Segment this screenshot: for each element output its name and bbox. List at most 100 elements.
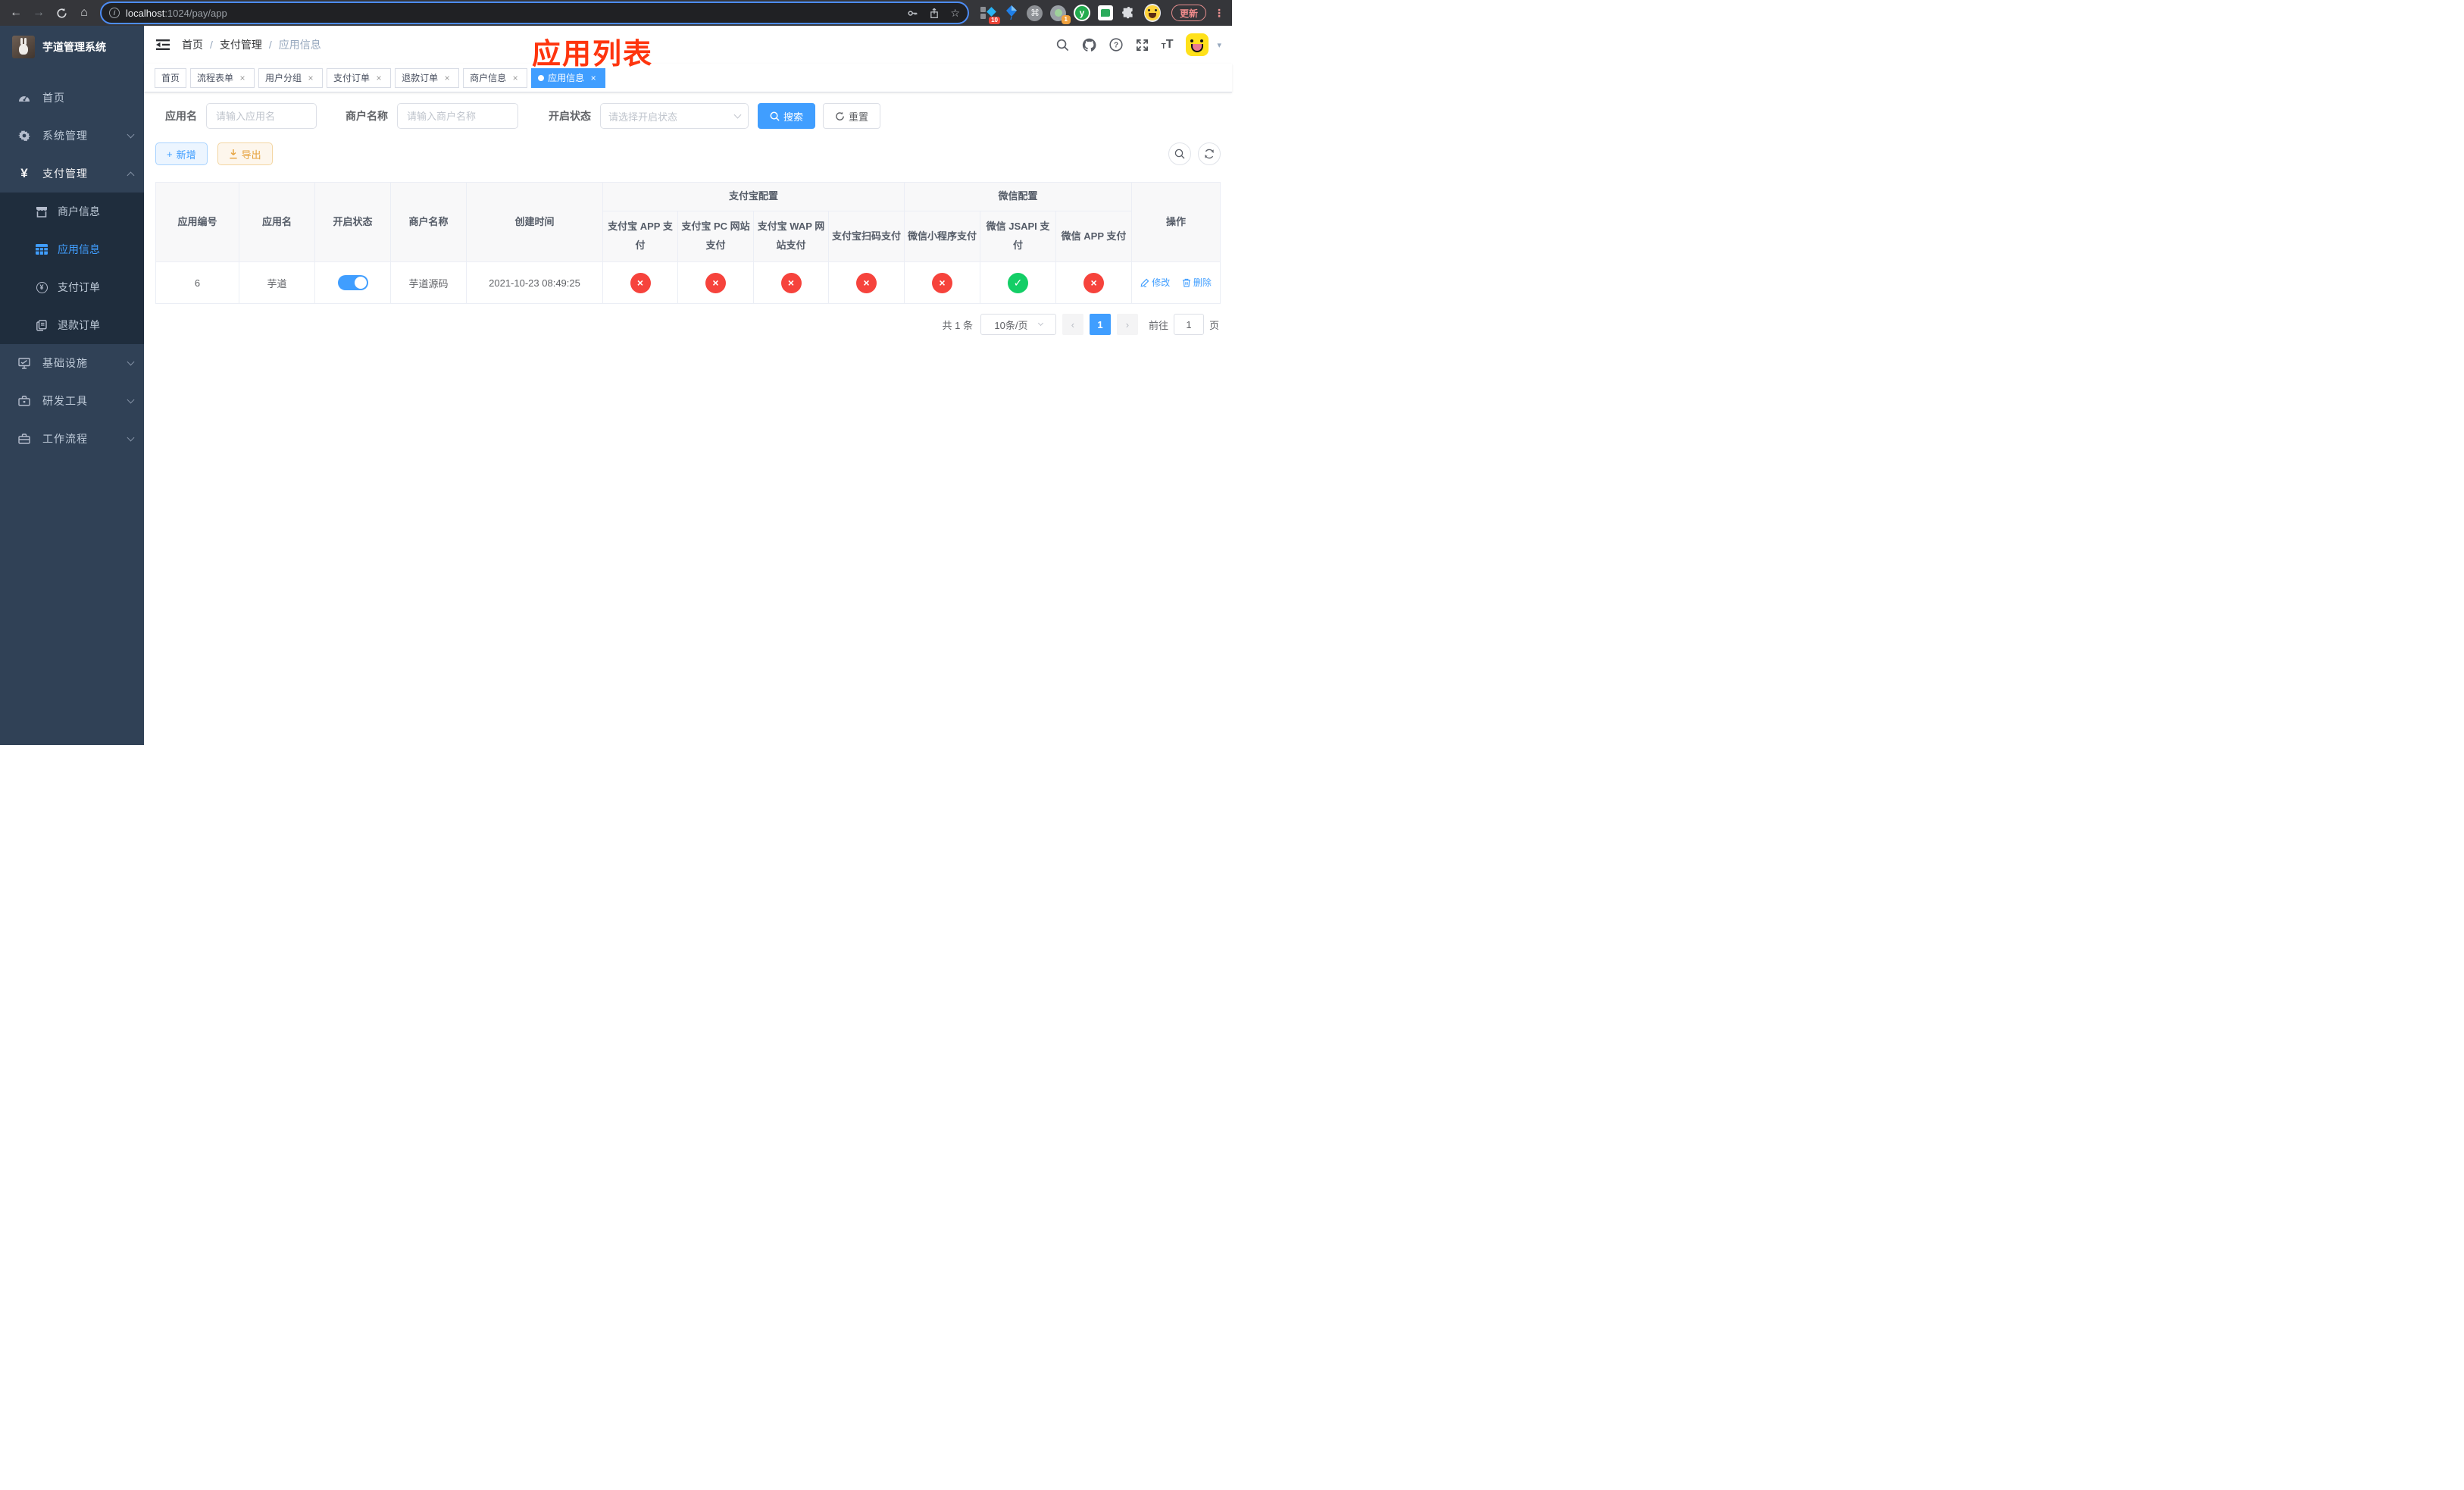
cell-app-name: 芋道: [239, 261, 315, 304]
breadcrumb-home[interactable]: 首页: [182, 37, 203, 52]
sidebar-item-pay-order[interactable]: ¥ 支付订单: [0, 268, 144, 306]
sidebar-item-home[interactable]: 首页: [0, 79, 144, 117]
close-icon[interactable]: ×: [374, 73, 384, 83]
export-button[interactable]: 导出: [217, 142, 273, 165]
prev-page-button[interactable]: ‹: [1062, 314, 1083, 335]
help-icon[interactable]: ?: [1108, 38, 1123, 52]
tab-process-form[interactable]: 流程表单 ×: [190, 67, 255, 88]
sidebar-item-payment[interactable]: ¥ 支付管理: [0, 155, 144, 193]
page-size-select[interactable]: 10条/页: [980, 314, 1056, 335]
user-avatar[interactable]: [1186, 33, 1209, 56]
status-label: 开启状态: [549, 110, 591, 122]
breadcrumb-current: 应用信息: [278, 39, 321, 51]
app-name-input[interactable]: [206, 103, 317, 129]
col-status: 开启状态: [314, 182, 391, 262]
chrome-update-button[interactable]: 更新: [1171, 5, 1206, 21]
close-icon[interactable]: ×: [588, 73, 599, 83]
wechat-jsapi-enabled-icon: ✓: [1008, 272, 1029, 293]
reload-icon[interactable]: [52, 3, 71, 23]
bookmark-star-icon[interactable]: ☆: [950, 7, 960, 20]
sidebar-item-refund-order[interactable]: 退款订单: [0, 306, 144, 344]
browser-menu-dots-icon[interactable]: ⋮: [1214, 7, 1224, 20]
fullscreen-icon[interactable]: [1136, 39, 1149, 52]
sidebar-logo-row[interactable]: 芋道管理系统: [0, 26, 144, 68]
add-button[interactable]: + 新增: [155, 142, 208, 165]
tab-refund-order[interactable]: 退款订单 ×: [395, 67, 460, 88]
status-toggle[interactable]: [337, 275, 368, 290]
close-icon[interactable]: ×: [237, 73, 248, 83]
page-number-1[interactable]: 1: [1089, 314, 1111, 335]
font-size-icon[interactable]: TT: [1162, 39, 1174, 51]
merchant-name-input[interactable]: [397, 103, 518, 129]
col-wechat-app: 微信 APP 支付: [1055, 211, 1133, 262]
chevron-down-icon: [127, 434, 135, 442]
yen-circle-icon: ¥: [33, 281, 50, 293]
sidebar: 芋道管理系统 首页 系统管理 ¥ 支付管理 商户信息 应用信息 ¥ 支付订单 退…: [0, 26, 144, 745]
refresh-button[interactable]: [1198, 142, 1221, 165]
table-toolbar: + 新增 导出: [155, 142, 1221, 165]
goto-page-input[interactable]: [1173, 314, 1204, 335]
url-text[interactable]: localhost:1024/pay/app: [126, 8, 896, 19]
site-info-icon[interactable]: i: [109, 8, 120, 18]
share-icon[interactable]: [929, 8, 940, 19]
kite-extension-icon[interactable]: [1003, 5, 1020, 21]
col-wechat-mini: 微信小程序支付: [904, 211, 981, 262]
tab-pay-order[interactable]: 支付订单 ×: [327, 67, 392, 88]
toggle-search-button[interactable]: [1168, 142, 1191, 165]
close-icon[interactable]: ×: [510, 73, 521, 83]
cell-created: 2021-10-23 08:49:25: [466, 261, 603, 304]
profile-avatar-icon[interactable]: [1143, 4, 1161, 22]
storefront-icon: [33, 206, 50, 218]
next-page-button[interactable]: ›: [1116, 314, 1138, 335]
edit-link[interactable]: 修改: [1140, 276, 1170, 289]
col-alipay-pc: 支付宝 PC 网站支付: [677, 211, 754, 262]
avatar-caret-icon[interactable]: ▾: [1217, 40, 1221, 50]
col-group-wechat: 微信配置: [904, 182, 1133, 211]
sidebar-item-system[interactable]: 系统管理: [0, 117, 144, 155]
alipay-app-disabled-icon: ×: [630, 272, 651, 293]
chevron-up-icon: [127, 171, 135, 179]
sidebar-item-workflow[interactable]: 工作流程: [0, 420, 144, 458]
chevron-down-icon: [127, 396, 135, 404]
back-icon[interactable]: ←: [6, 3, 26, 23]
cell-merchant: 芋道源码: [390, 261, 467, 304]
app-logo: [12, 36, 35, 58]
sidebar-item-app-info[interactable]: 应用信息: [0, 230, 144, 268]
status-select[interactable]: 请选择开启状态: [600, 103, 749, 129]
password-key-icon[interactable]: [907, 8, 918, 19]
sidebar-item-merchant-info[interactable]: 商户信息: [0, 193, 144, 230]
total-count: 共 1 条: [942, 319, 973, 331]
recorder-extension-icon[interactable]: 1: [1050, 5, 1071, 24]
extension-badge-count: 10: [989, 17, 1000, 24]
merchant-name-label: 商户名称: [346, 110, 388, 122]
header-search-icon[interactable]: [1056, 39, 1069, 52]
tab-user-group[interactable]: 用户分组 ×: [258, 67, 324, 88]
forward-icon[interactable]: →: [29, 3, 48, 23]
top-navbar: 首页 / 支付管理 / 应用信息 ? TT ▾: [144, 26, 1232, 64]
breadcrumb-payment[interactable]: 支付管理: [220, 37, 262, 52]
close-icon[interactable]: ×: [442, 73, 452, 83]
command-extension-icon[interactable]: ⌘: [1027, 5, 1043, 21]
toolbox-icon: [15, 396, 33, 406]
pinned-tabs-extension-icon[interactable]: 10: [980, 5, 1000, 24]
sidebar-item-infra[interactable]: 基础设施: [0, 344, 144, 382]
reset-button[interactable]: 重置: [823, 103, 881, 129]
address-bar[interactable]: i localhost:1024/pay/app ☆: [102, 3, 968, 23]
search-form: 应用名 商户名称 开启状态 请选择开启状态 搜索 重置: [165, 103, 1221, 129]
search-button[interactable]: 搜索: [758, 103, 816, 129]
sidebar-item-dev-tools[interactable]: 研发工具: [0, 382, 144, 420]
app-table: 应用编号 应用名 开启状态 商户名称 创建时间 支付宝配置 微信配置 操作 支付…: [155, 182, 1221, 304]
home-icon[interactable]: ⌂: [74, 3, 94, 23]
close-icon[interactable]: ×: [305, 73, 316, 83]
y-logo-extension-icon[interactable]: y: [1073, 5, 1090, 21]
sidebar-collapse-icon[interactable]: [156, 39, 170, 51]
tab-home[interactable]: 首页: [155, 67, 187, 88]
delete-link[interactable]: 删除: [1182, 276, 1212, 289]
extensions-puzzle-icon[interactable]: [1121, 5, 1137, 21]
tab-merchant-info[interactable]: 商户信息 ×: [463, 67, 528, 88]
cell-app-id: 6: [155, 261, 239, 304]
github-icon[interactable]: [1082, 38, 1096, 52]
chat-extension-icon[interactable]: [1097, 5, 1114, 21]
url-rest: :1024/pay/app: [164, 7, 227, 19]
select-chevron-icon: [733, 111, 742, 119]
